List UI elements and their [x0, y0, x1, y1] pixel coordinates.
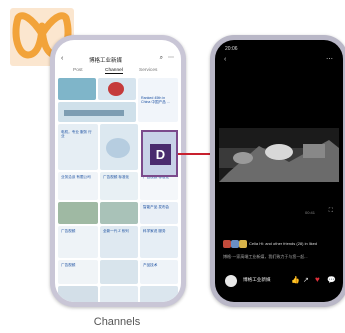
action-row: 博格工业新媒 👍 ↗ ♥ 💬 [221, 275, 337, 287]
heart-icon[interactable]: ♥ [315, 275, 320, 284]
comment-icon[interactable]: 💬 [327, 276, 336, 284]
video-caption: Ranked 45th in China 中国产品 … [141, 96, 171, 105]
video-thumbnail[interactable] [98, 78, 136, 100]
video-caption: 广告视频 [61, 229, 76, 233]
video-thumbnail[interactable] [58, 78, 96, 100]
fullscreen-icon[interactable]: ⛶ [329, 208, 333, 215]
like-icon[interactable]: 👍 [291, 276, 300, 284]
video-caption: 产品技术 [143, 263, 158, 267]
video-thumbnail[interactable]: 全新一代 Z 系列 [100, 226, 138, 258]
video-caption: 智能产品 发布会 [143, 205, 170, 209]
video-thumbnail[interactable] [100, 202, 138, 224]
video-thumbnail[interactable]: 广告视频 [58, 260, 98, 284]
video-thumbnail[interactable]: 广告视频 标准化 [100, 172, 138, 200]
annotation-badge: D [150, 144, 171, 165]
video-caption: 业务洽谈 有限公司 [61, 175, 91, 179]
video-thumbnail[interactable]: 科学家说 服务 [140, 226, 178, 258]
video-thumbnail[interactable] [100, 260, 138, 284]
video-frame[interactable] [219, 128, 339, 182]
tab-bar: Post Channel Services [63, 67, 173, 76]
phone-mockup-right: 20:06 ‹ ⋯ 00:41 ⛶ Celia Hi: and other fr… [210, 35, 345, 307]
video-thumbnail[interactable] [58, 202, 98, 224]
channel-title: 博格工业新媒 [89, 58, 123, 64]
video-thumbnail[interactable]: 业务洽谈 有限公司 [58, 172, 98, 200]
video-grid: Ranked 45th in China 中国产品 … 电机，专业 服务 行业 … [58, 78, 178, 302]
account-name[interactable]: 博格工业新媒 [243, 277, 271, 283]
video-thumbnail[interactable]: 广告视频 [58, 226, 98, 258]
share-icon[interactable]: ↗ [303, 276, 309, 284]
video-thumbnail[interactable]: 智能产品 发布会 [140, 202, 178, 224]
more-icon[interactable]: ⋯ [168, 54, 174, 61]
video-caption: 科学家说 服务 [143, 229, 166, 233]
status-bar: 20:06 [225, 46, 333, 52]
tab-channel[interactable]: Channel [105, 68, 123, 74]
liked-by-text: Celia Hi: and other friends (28) in like… [249, 241, 318, 246]
video-timestamp: 00:41 [305, 210, 316, 215]
more-icon[interactable]: ⋯ [326, 55, 333, 63]
video-thumbnail[interactable] [140, 286, 178, 302]
back-icon[interactable]: ‹ [224, 56, 226, 63]
video-thumbnail[interactable]: Ranked 45th in China 中国产品 … [138, 78, 178, 122]
video-thumbnail[interactable] [58, 286, 98, 302]
status-time: 20:06 [225, 46, 238, 52]
channel-header: ‹ 博格工业新媒 ⌕ ⋯ [59, 54, 177, 66]
status-bar [67, 45, 169, 53]
video-caption: 广告视频 [61, 263, 76, 267]
liked-by-bar: Celia Hi: and other friends (28) in like… [219, 240, 339, 250]
search-icon[interactable]: ⌕ [160, 55, 163, 62]
back-icon[interactable]: ‹ [61, 55, 63, 62]
video-thumbnail[interactable] [100, 286, 138, 302]
tab-post[interactable]: Post [73, 68, 83, 73]
video-caption: 全新一代 Z 系列 [103, 229, 129, 233]
video-caption: 电机，专业 服务 行业 [61, 130, 92, 139]
video-thumbnail[interactable]: 产品技术 [140, 260, 178, 284]
avatar[interactable] [225, 275, 237, 287]
video-player-screen: 20:06 ‹ ⋯ 00:41 ⛶ Celia Hi: and other fr… [215, 40, 343, 302]
video-thumbnail[interactable] [58, 102, 136, 122]
video-caption: 广告视频 标准化 [103, 175, 130, 179]
video-thumbnail[interactable] [100, 124, 138, 170]
video-thumbnail[interactable]: 电机，专业 服务 行业 [58, 124, 98, 170]
tab-services[interactable]: Services [139, 68, 157, 73]
video-description: 博格·一家高端工业新媒，我们致力于与您一起... [223, 254, 308, 259]
figure-caption: Channels [93, 316, 141, 328]
